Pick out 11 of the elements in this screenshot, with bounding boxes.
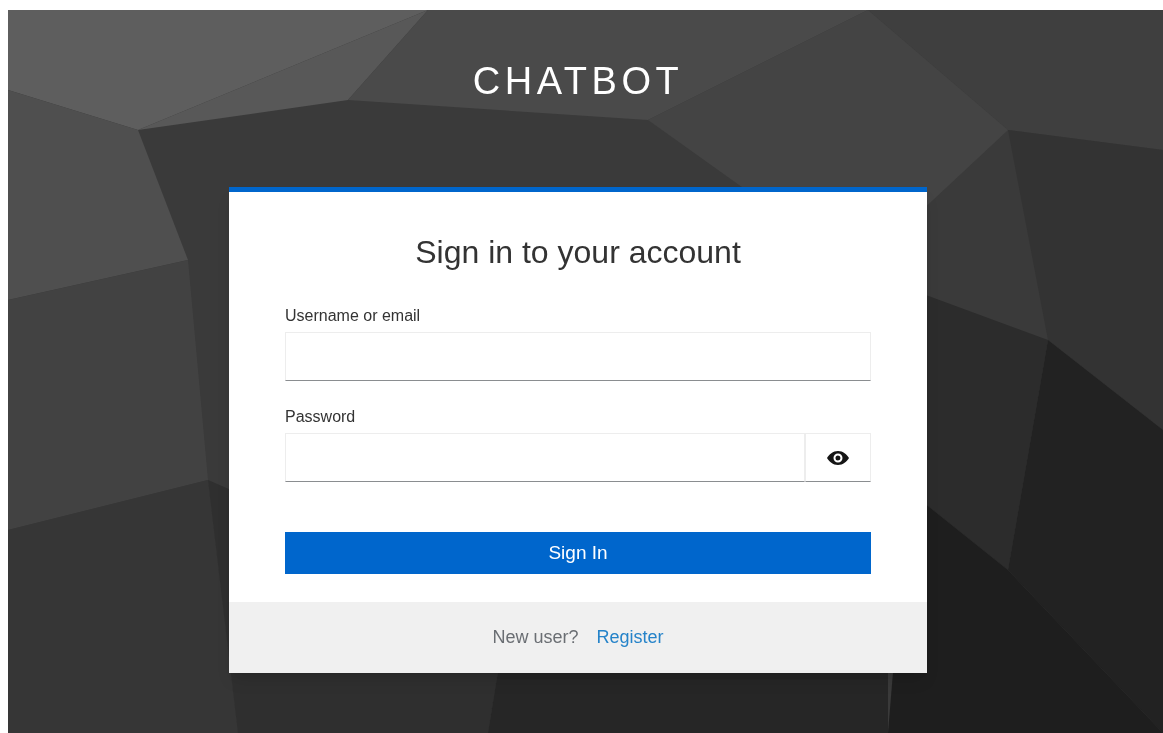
field-label: Password	[285, 407, 357, 427]
register-link[interactable]: Register	[596, 624, 664, 651]
field-label: Username or email	[285, 306, 422, 326]
show-password-button[interactable]	[805, 433, 871, 482]
sign-in-button[interactable]: Sign In	[285, 532, 871, 574]
password-field[interactable]	[285, 433, 805, 482]
card-title: Sign in to your account	[414, 233, 742, 272]
username-field[interactable]	[285, 332, 871, 381]
new-user-text: New user?	[492, 626, 579, 649]
app-title: CHATBOT	[472, 60, 684, 102]
eye-icon	[827, 450, 849, 465]
